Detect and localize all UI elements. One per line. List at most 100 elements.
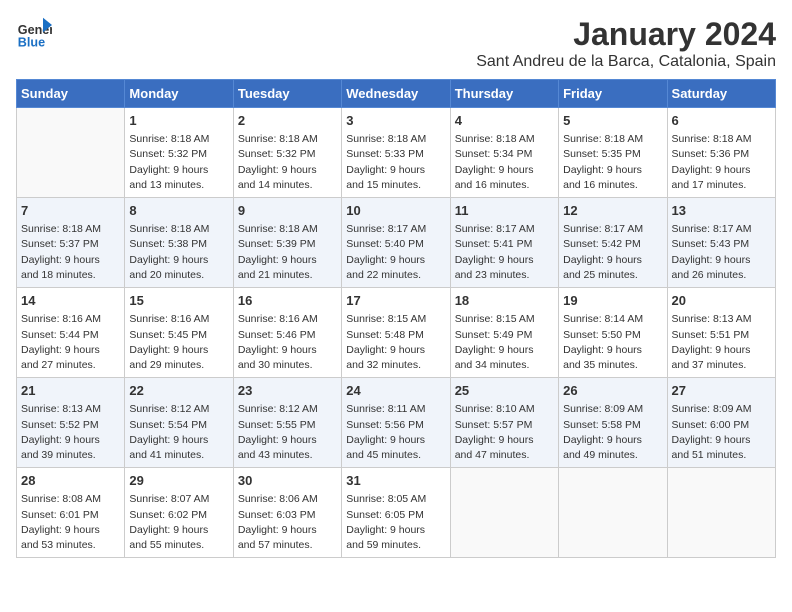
day-cell: 18 Sunrise: 8:15 AM Sunset: 5:49 PM Dayli… (450, 288, 558, 378)
day-number: 29 (129, 472, 228, 490)
day-cell (559, 468, 667, 558)
day-info: Sunrise: 8:16 AM Sunset: 5:45 PM Dayligh… (129, 312, 228, 373)
week-row-3: 14Sunrise: 8:16 AM Sunset: 5:44 PM Dayli… (17, 288, 776, 378)
day-info: Sunrise: 8:17 AM Sunset: 5:42 PM Dayligh… (563, 222, 662, 283)
day-number: 26 (563, 382, 662, 400)
day-cell: 3Sunrise: 8:18 AM Sunset: 5:33 PM Daylig… (342, 108, 450, 198)
calendar-title: January 2024 (476, 16, 776, 53)
day-info: Sunrise: 8:17 AM Sunset: 5:40 PM Dayligh… (346, 222, 445, 283)
day-info: Sunrise: 8:15 AM Sunset: 5:49 PM Dayligh… (455, 312, 554, 373)
day-cell: 30Sunrise: 8:06 AM Sunset: 6:03 PM Dayli… (233, 468, 341, 558)
day-cell: 12 Sunrise: 8:17 AM Sunset: 5:42 PM Dayli… (559, 198, 667, 288)
day-info: Sunrise: 8:18 AM Sunset: 5:36 PM Dayligh… (672, 132, 771, 193)
day-cell: 23 Sunrise: 8:12 AM Sunset: 5:55 PM Dayli… (233, 378, 341, 468)
day-cell: 13 Sunrise: 8:17 AM Sunset: 5:43 PM Dayli… (667, 198, 775, 288)
day-cell: 16Sunrise: 8:16 AM Sunset: 5:46 PM Dayli… (233, 288, 341, 378)
svg-text:Blue: Blue (18, 36, 45, 50)
day-info: Sunrise: 8:17 AM Sunset: 5:41 PM Dayligh… (455, 222, 554, 283)
day-info: Sunrise: 8:18 AM Sunset: 5:39 PM Dayligh… (238, 222, 337, 283)
day-number: 24 (346, 382, 445, 400)
day-cell: 7 Sunrise: 8:18 AM Sunset: 5:37 PM Daylig… (17, 198, 125, 288)
day-number: 19 (563, 292, 662, 310)
day-cell: 4Sunrise: 8:18 AM Sunset: 5:34 PM Daylig… (450, 108, 558, 198)
day-info: Sunrise: 8:09 AM Sunset: 5:58 PM Dayligh… (563, 402, 662, 463)
day-number: 6 (672, 112, 771, 130)
day-cell: 21 Sunrise: 8:13 AM Sunset: 5:52 PM Dayli… (17, 378, 125, 468)
day-cell: 27 Sunrise: 8:09 AM Sunset: 6:00 PM Dayli… (667, 378, 775, 468)
day-cell: 31 Sunrise: 8:05 AM Sunset: 6:05 PM Dayli… (342, 468, 450, 558)
day-info: Sunrise: 8:14 AM Sunset: 5:50 PM Dayligh… (563, 312, 662, 373)
day-number: 16 (238, 292, 337, 310)
day-number: 22 (129, 382, 228, 400)
day-number: 18 (455, 292, 554, 310)
day-info: Sunrise: 8:07 AM Sunset: 6:02 PM Dayligh… (129, 492, 228, 553)
day-info: Sunrise: 8:13 AM Sunset: 5:52 PM Dayligh… (21, 402, 120, 463)
day-info: Sunrise: 8:17 AM Sunset: 5:43 PM Dayligh… (672, 222, 771, 283)
day-cell: 15Sunrise: 8:16 AM Sunset: 5:45 PM Dayli… (125, 288, 233, 378)
calendar-header: General Blue January 2024 Sant Andreu de… (16, 16, 776, 71)
days-header-row: SundayMondayTuesdayWednesdayThursdayFrid… (17, 80, 776, 108)
day-cell: 25Sunrise: 8:10 AM Sunset: 5:57 PM Dayli… (450, 378, 558, 468)
day-cell (450, 468, 558, 558)
day-number: 27 (672, 382, 771, 400)
day-header-saturday: Saturday (667, 80, 775, 108)
day-cell: 24 Sunrise: 8:11 AM Sunset: 5:56 PM Dayli… (342, 378, 450, 468)
day-cell: 26 Sunrise: 8:09 AM Sunset: 5:58 PM Dayli… (559, 378, 667, 468)
day-number: 11 (455, 202, 554, 220)
week-row-2: 7 Sunrise: 8:18 AM Sunset: 5:37 PM Daylig… (17, 198, 776, 288)
logo: General Blue (16, 16, 52, 52)
week-row-1: 1Sunrise: 8:18 AM Sunset: 5:32 PM Daylig… (17, 108, 776, 198)
day-info: Sunrise: 8:11 AM Sunset: 5:56 PM Dayligh… (346, 402, 445, 463)
day-info: Sunrise: 8:05 AM Sunset: 6:05 PM Dayligh… (346, 492, 445, 553)
day-cell: 17 Sunrise: 8:15 AM Sunset: 5:48 PM Dayli… (342, 288, 450, 378)
day-number: 12 (563, 202, 662, 220)
day-number: 3 (346, 112, 445, 130)
day-info: Sunrise: 8:18 AM Sunset: 5:32 PM Dayligh… (129, 132, 228, 193)
day-cell: 28 Sunrise: 8:08 AM Sunset: 6:01 PM Dayli… (17, 468, 125, 558)
day-cell: 11 Sunrise: 8:17 AM Sunset: 5:41 PM Dayli… (450, 198, 558, 288)
day-header-monday: Monday (125, 80, 233, 108)
day-number: 4 (455, 112, 554, 130)
day-info: Sunrise: 8:13 AM Sunset: 5:51 PM Dayligh… (672, 312, 771, 373)
day-header-friday: Friday (559, 80, 667, 108)
day-cell: 5 Sunrise: 8:18 AM Sunset: 5:35 PM Daylig… (559, 108, 667, 198)
day-number: 7 (21, 202, 120, 220)
day-number: 8 (129, 202, 228, 220)
day-number: 31 (346, 472, 445, 490)
day-number: 21 (21, 382, 120, 400)
day-info: Sunrise: 8:18 AM Sunset: 5:37 PM Dayligh… (21, 222, 120, 283)
day-number: 23 (238, 382, 337, 400)
day-cell: 20Sunrise: 8:13 AM Sunset: 5:51 PM Dayli… (667, 288, 775, 378)
day-number: 2 (238, 112, 337, 130)
day-cell: 29 Sunrise: 8:07 AM Sunset: 6:02 PM Dayli… (125, 468, 233, 558)
day-number: 14 (21, 292, 120, 310)
day-cell: 6 Sunrise: 8:18 AM Sunset: 5:36 PM Daylig… (667, 108, 775, 198)
day-info: Sunrise: 8:18 AM Sunset: 5:32 PM Dayligh… (238, 132, 337, 193)
day-info: Sunrise: 8:08 AM Sunset: 6:01 PM Dayligh… (21, 492, 120, 553)
day-info: Sunrise: 8:10 AM Sunset: 5:57 PM Dayligh… (455, 402, 554, 463)
day-info: Sunrise: 8:18 AM Sunset: 5:35 PM Dayligh… (563, 132, 662, 193)
calendar-table: SundayMondayTuesdayWednesdayThursdayFrid… (16, 79, 776, 558)
day-cell (17, 108, 125, 198)
day-cell: 19 Sunrise: 8:14 AM Sunset: 5:50 PM Dayli… (559, 288, 667, 378)
day-info: Sunrise: 8:06 AM Sunset: 6:03 PM Dayligh… (238, 492, 337, 553)
day-info: Sunrise: 8:09 AM Sunset: 6:00 PM Dayligh… (672, 402, 771, 463)
day-number: 10 (346, 202, 445, 220)
day-cell: 2 Sunrise: 8:18 AM Sunset: 5:32 PM Daylig… (233, 108, 341, 198)
day-cell: 9 Sunrise: 8:18 AM Sunset: 5:39 PM Daylig… (233, 198, 341, 288)
calendar-subtitle: Sant Andreu de la Barca, Catalonia, Spai… (476, 53, 776, 71)
day-info: Sunrise: 8:12 AM Sunset: 5:54 PM Dayligh… (129, 402, 228, 463)
day-number: 9 (238, 202, 337, 220)
day-cell: 8 Sunrise: 8:18 AM Sunset: 5:38 PM Daylig… (125, 198, 233, 288)
day-number: 13 (672, 202, 771, 220)
day-info: Sunrise: 8:15 AM Sunset: 5:48 PM Dayligh… (346, 312, 445, 373)
day-header-sunday: Sunday (17, 80, 125, 108)
day-number: 5 (563, 112, 662, 130)
day-info: Sunrise: 8:18 AM Sunset: 5:38 PM Dayligh… (129, 222, 228, 283)
day-number: 17 (346, 292, 445, 310)
day-number: 28 (21, 472, 120, 490)
day-cell: 14Sunrise: 8:16 AM Sunset: 5:44 PM Dayli… (17, 288, 125, 378)
day-info: Sunrise: 8:12 AM Sunset: 5:55 PM Dayligh… (238, 402, 337, 463)
title-block: January 2024 Sant Andreu de la Barca, Ca… (476, 16, 776, 71)
day-cell: 10 Sunrise: 8:17 AM Sunset: 5:40 PM Dayli… (342, 198, 450, 288)
